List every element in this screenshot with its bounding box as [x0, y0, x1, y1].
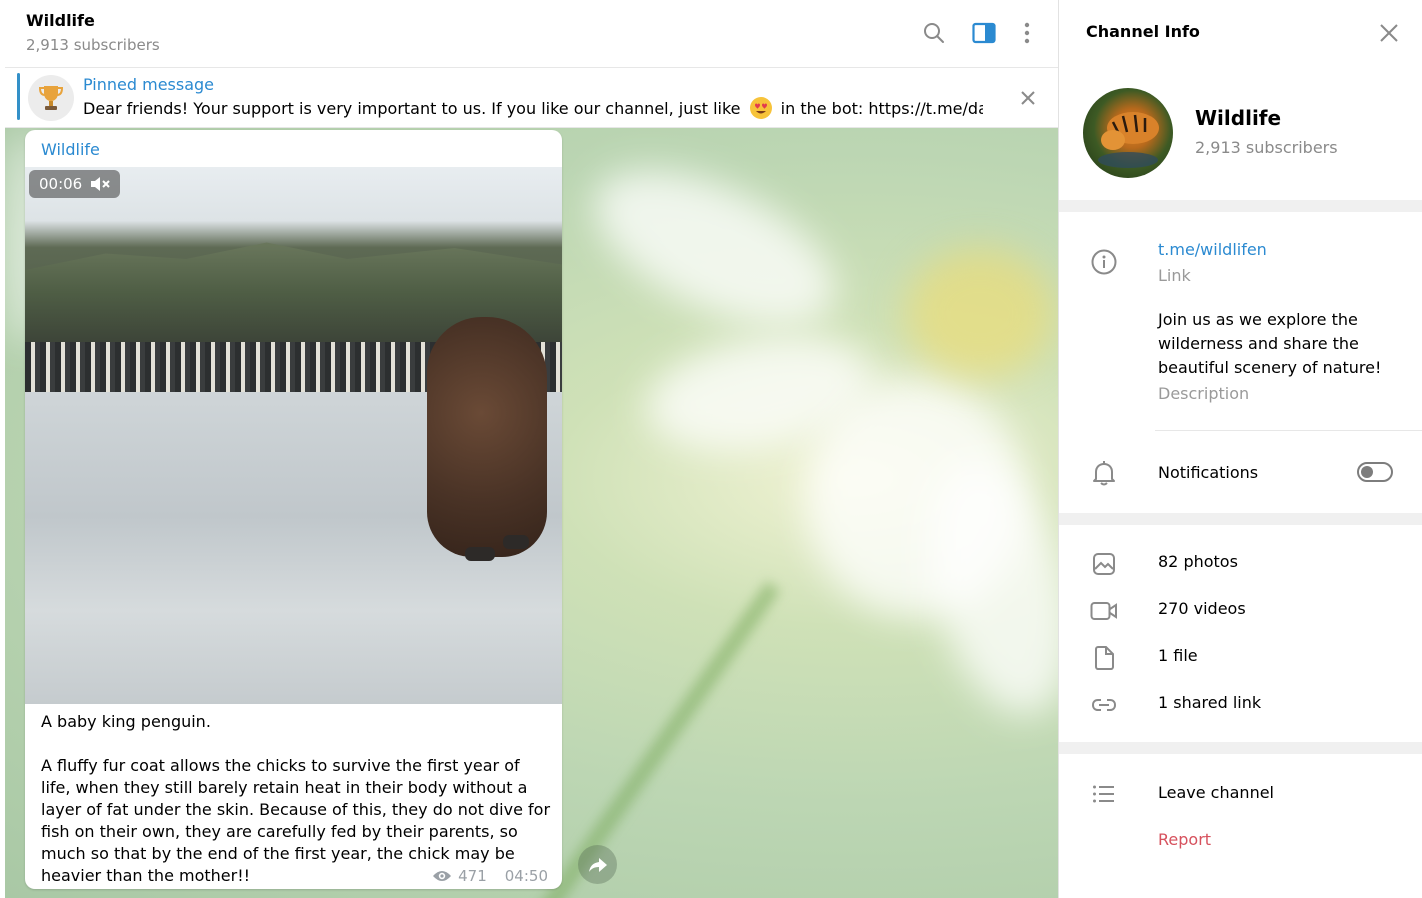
info-icon	[1089, 247, 1119, 277]
info-panel-title: Channel Info	[1086, 22, 1200, 41]
channel-info-panel: Channel Info Wildlife 2,913 subscribers …	[1058, 0, 1422, 898]
pinned-text-end: in the bot: https://t.me/dailych…	[780, 99, 983, 118]
video-camera-icon	[1089, 596, 1119, 626]
shared-links-link[interactable]: 1 shared link	[1158, 693, 1261, 712]
muted-speaker-icon	[91, 177, 110, 191]
file-icon	[1089, 643, 1119, 673]
heart-eyes-emoji-icon	[749, 97, 772, 119]
eye-icon	[433, 871, 452, 881]
notifications-toggle[interactable]	[1357, 462, 1393, 482]
share-arrow-icon	[588, 857, 607, 872]
post-time: 04:50	[504, 867, 548, 885]
post-video[interactable]: 00:06	[25, 167, 562, 704]
pinned-title: Pinned message	[83, 75, 215, 94]
channel-subscribers: 2,913 subscribers	[1195, 138, 1338, 157]
notifications-label: Notifications	[1158, 463, 1259, 482]
pinned-accent-bar	[17, 73, 20, 120]
channel-post: Wildlife 00:06 A baby king penguin. A fl…	[25, 130, 562, 889]
files-link[interactable]: 1 file	[1158, 646, 1198, 665]
link-label: Link	[1158, 266, 1191, 285]
chat-subscriber-count: 2,913 subscribers	[26, 36, 160, 54]
close-info-button[interactable]	[1375, 19, 1403, 47]
penguin-chick-image	[427, 317, 547, 557]
sidebar-panel-icon	[972, 22, 996, 44]
leave-channel-button[interactable]: Leave channel	[1158, 783, 1274, 802]
view-count: 471	[458, 867, 487, 885]
post-text: A baby king penguin. A fluffy fur coat a…	[41, 712, 551, 885]
videos-link[interactable]: 270 videos	[1158, 599, 1246, 618]
bell-icon	[1089, 458, 1119, 488]
info-details-section: t.me/wildlifen Link Join us as we explor…	[1059, 212, 1422, 513]
pinned-text-start: Dear friends! Your support is very impor…	[83, 99, 746, 118]
channel-name: Wildlife	[1195, 106, 1282, 130]
info-header-section: Channel Info Wildlife 2,913 subscribers	[1059, 0, 1422, 200]
link-icon	[1089, 690, 1119, 720]
forward-button[interactable]	[578, 845, 617, 884]
pinned-thumbnail	[28, 75, 74, 121]
photo-icon	[1089, 549, 1119, 579]
chat-header: Wildlife 2,913 subscribers	[5, 0, 1058, 68]
post-meta: 471 04:50	[432, 867, 548, 885]
more-options-button[interactable]	[1013, 18, 1041, 48]
pinned-message-bar[interactable]: Pinned message Dear friends! Your suppor…	[5, 68, 1058, 128]
close-icon	[1021, 91, 1035, 105]
toggle-sidebar-button[interactable]	[970, 18, 998, 48]
pinned-text: Dear friends! Your support is very impor…	[83, 97, 983, 119]
list-icon	[1089, 779, 1119, 809]
shared-media-section: 82 photos 270 videos 1 file 1 shared lin…	[1059, 525, 1422, 742]
video-duration: 00:06	[39, 175, 83, 193]
chat-title[interactable]: Wildlife	[26, 11, 95, 30]
report-button[interactable]: Report	[1158, 830, 1211, 849]
trophy-icon	[38, 86, 64, 110]
close-icon	[1380, 24, 1398, 42]
chat-column: Wildlife 2,913 subscribers Pinned messag…	[0, 0, 1058, 898]
video-duration-badge[interactable]: 00:06	[29, 170, 121, 198]
description-label: Description	[1158, 384, 1250, 403]
photos-link[interactable]: 82 photos	[1158, 552, 1238, 571]
divider	[1155, 430, 1422, 431]
channel-avatar[interactable]	[1083, 88, 1173, 178]
more-vertical-icon	[1024, 22, 1030, 44]
tiger-image	[1098, 112, 1159, 168]
channel-link[interactable]: t.me/wildlifen	[1158, 240, 1267, 259]
close-pinned-button[interactable]	[1015, 85, 1041, 111]
search-icon	[924, 23, 944, 43]
post-author[interactable]: Wildlife	[41, 140, 100, 159]
channel-description: Join us as we explore the wilderness and…	[1158, 310, 1382, 377]
channel-actions-section: Leave channel Report	[1059, 754, 1422, 898]
search-button[interactable]	[920, 18, 948, 48]
